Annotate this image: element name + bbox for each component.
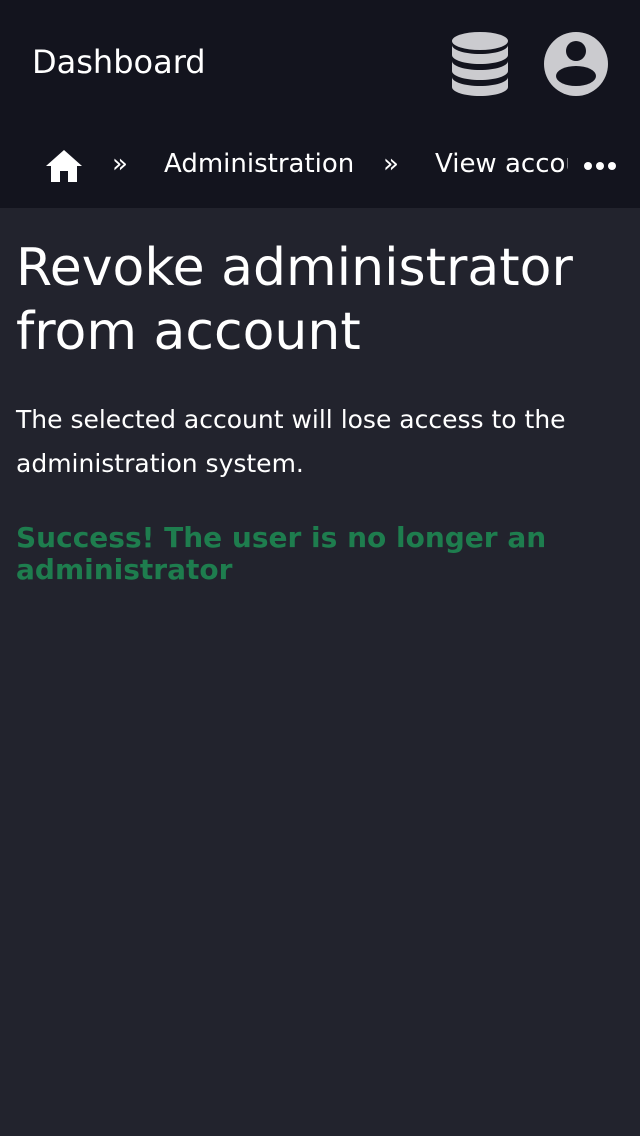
page-description: The selected account will lose access to…	[16, 405, 566, 478]
breadcrumb-more-button[interactable]	[580, 154, 620, 178]
breadcrumb-separator: »	[112, 149, 128, 179]
user-circle-icon	[544, 32, 608, 96]
database-icon	[452, 32, 508, 96]
success-message: Success! The user is no longer an admini…	[16, 521, 547, 586]
account-button[interactable]	[542, 30, 610, 98]
main-content: Revoke administrator from account The se…	[16, 236, 616, 586]
page-title: Revoke administrator from account	[16, 238, 573, 362]
database-button[interactable]	[448, 30, 512, 98]
home-icon	[46, 150, 82, 182]
breadcrumb-item-view-account[interactable]: View account	[435, 144, 568, 184]
breadcrumb-item-administration[interactable]: Administration	[164, 144, 354, 184]
breadcrumb-home[interactable]	[44, 148, 84, 184]
top-bar: Dashboard » Administration » View acco	[0, 0, 640, 208]
breadcrumb: » Administration » View account	[0, 128, 640, 200]
dashboard-link[interactable]: Dashboard	[32, 42, 206, 82]
breadcrumb-separator: »	[383, 149, 399, 179]
ellipsis-icon	[584, 162, 616, 170]
